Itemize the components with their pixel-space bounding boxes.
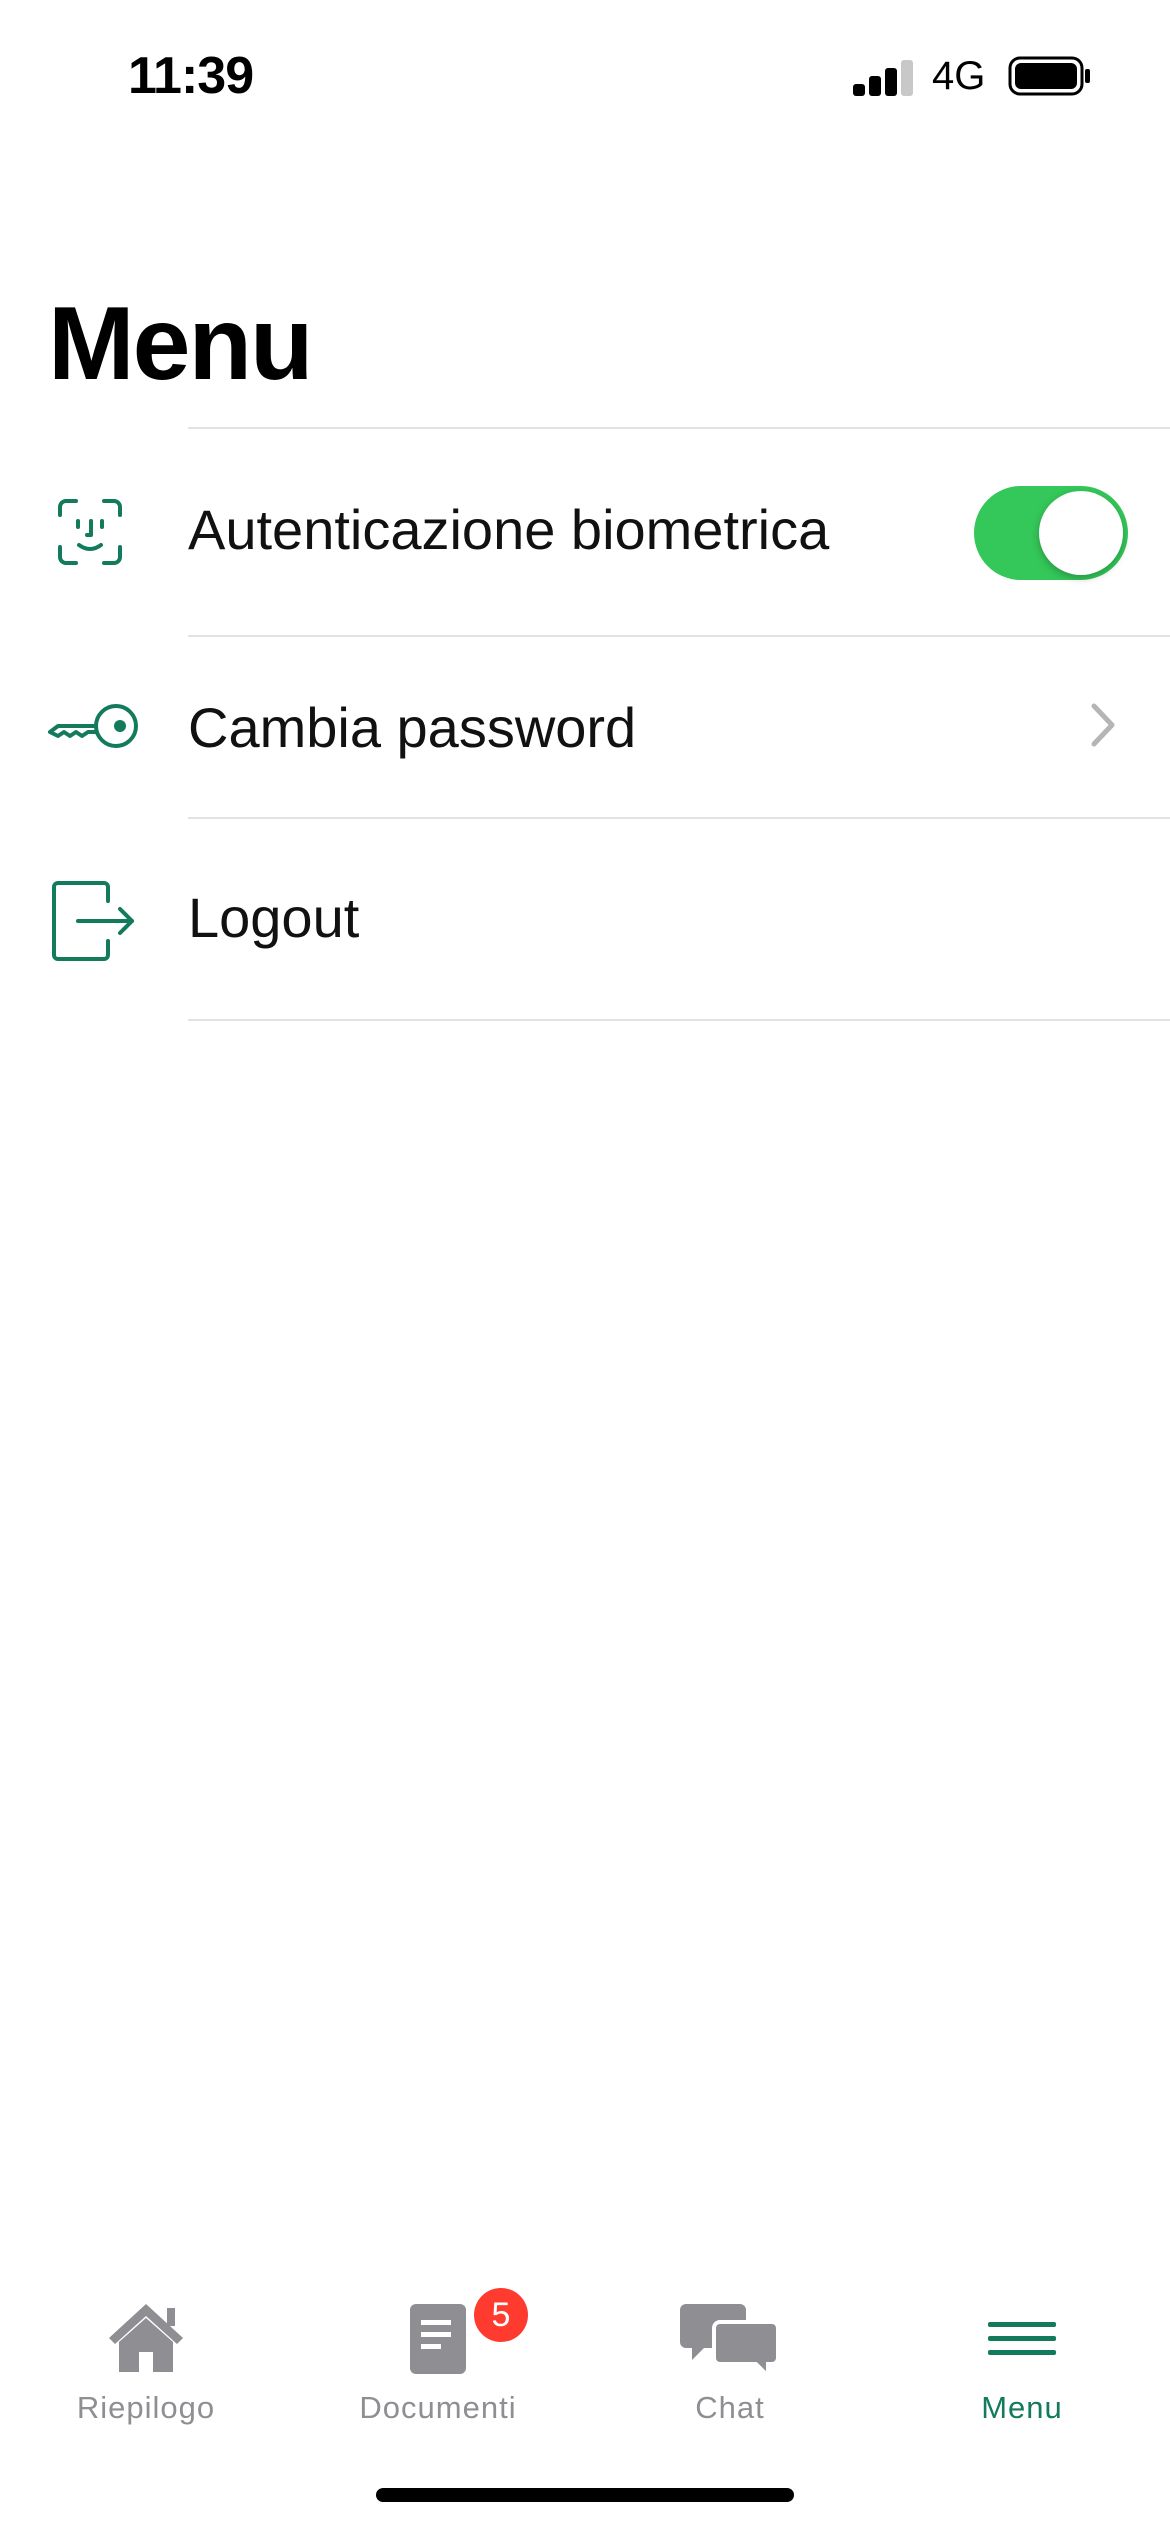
- tab-chat[interactable]: Chat: [584, 2280, 876, 2430]
- tab-menu[interactable]: Menu: [876, 2280, 1168, 2430]
- notification-badge: 5: [474, 2288, 528, 2342]
- tab-label: Documenti: [359, 2390, 517, 2425]
- menu-item-logout[interactable]: Logout: [0, 819, 1170, 1019]
- tab-label: Riepilogo: [76, 2390, 216, 2425]
- tab-documenti[interactable]: 5 Documenti: [292, 2280, 584, 2430]
- menu-icon: [988, 2322, 1056, 2355]
- network-type: 4G: [932, 54, 986, 98]
- battery-icon: [1008, 56, 1090, 96]
- status-bar: 11:39 4G: [0, 0, 1170, 150]
- key-icon: [48, 704, 138, 748]
- signal-strength-icon: [853, 58, 913, 96]
- menu-item-label: Autenticazione biometrica: [188, 498, 830, 561]
- toggle-knob: [1039, 491, 1123, 575]
- tab-label: Menu: [981, 2390, 1063, 2425]
- status-time: 11:39: [128, 47, 254, 105]
- tab-label: Chat: [695, 2390, 765, 2425]
- chevron-right-icon: [1091, 703, 1115, 747]
- menu-screen: 11:39 4G Menu Autenticazione biometrica …: [0, 0, 1170, 2532]
- biometric-toggle[interactable]: [974, 486, 1128, 580]
- tab-riepilogo[interactable]: Riepilogo: [0, 2280, 292, 2430]
- chat-icon: [680, 2304, 780, 2380]
- document-icon: [410, 2304, 466, 2374]
- menu-item-change-password[interactable]: Cambia password: [0, 637, 1170, 817]
- divider: [188, 1019, 1170, 1021]
- home-indicator[interactable]: [376, 2488, 794, 2502]
- tab-bar: Riepilogo 5 Documenti Chat Menu: [0, 2280, 1170, 2440]
- menu-item-label: Logout: [188, 886, 360, 949]
- face-id-icon: [58, 499, 122, 565]
- logout-icon: [52, 881, 134, 961]
- page-title: Menu: [48, 286, 314, 402]
- menu-item-label: Cambia password: [188, 696, 637, 759]
- home-icon: [109, 2304, 183, 2372]
